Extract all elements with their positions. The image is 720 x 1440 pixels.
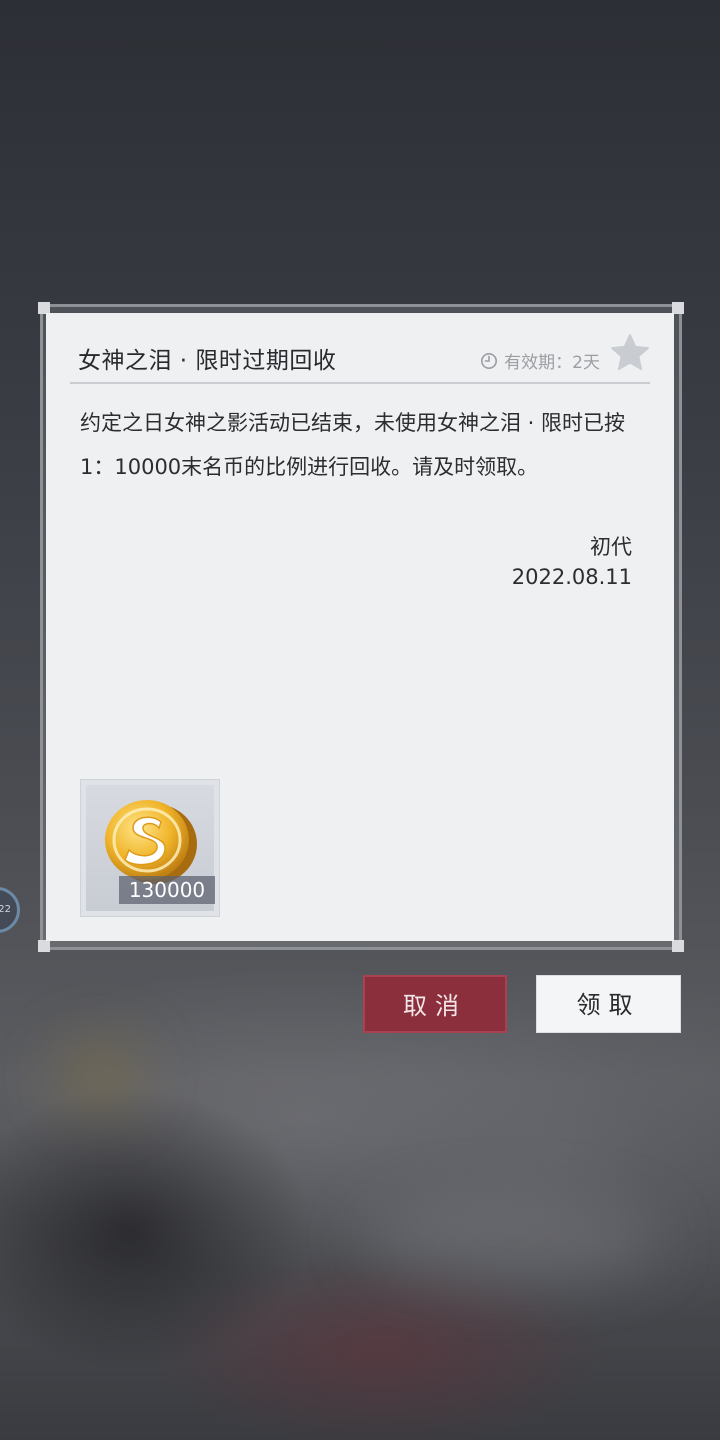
mail-title: 女神之泪 · 限时过期回收	[78, 348, 337, 374]
claim-button[interactable]: 领取	[536, 975, 681, 1033]
background-blur	[60, 1040, 140, 1110]
side-level-badge[interactable]: 22	[0, 887, 20, 933]
mail-date: 2022.08.11	[511, 565, 632, 589]
validity-info: 有效期：2天	[480, 348, 600, 373]
cancel-button[interactable]: 取消	[363, 975, 507, 1033]
reward-count: 130000	[119, 876, 215, 904]
frame-corner	[672, 940, 684, 952]
background-blur	[360, 1200, 660, 1280]
title-divider	[70, 382, 650, 384]
reward-item-slot[interactable]: 130000	[80, 779, 220, 917]
mail-body-text: 约定之日女神之影活动已结束，未使用女神之泪 · 限时已按1：10000末名币的比…	[80, 411, 626, 479]
frame-corner	[38, 940, 50, 952]
mail-dialog: 女神之泪 · 限时过期回收 有效期：2天 约定之日女神之影活动已结束，未使用女神…	[46, 313, 674, 941]
clock-icon	[481, 352, 498, 369]
star-favorite-icon[interactable]	[608, 331, 652, 375]
mail-sender: 初代	[590, 535, 632, 559]
validity-text: 有效期：2天	[504, 353, 600, 373]
